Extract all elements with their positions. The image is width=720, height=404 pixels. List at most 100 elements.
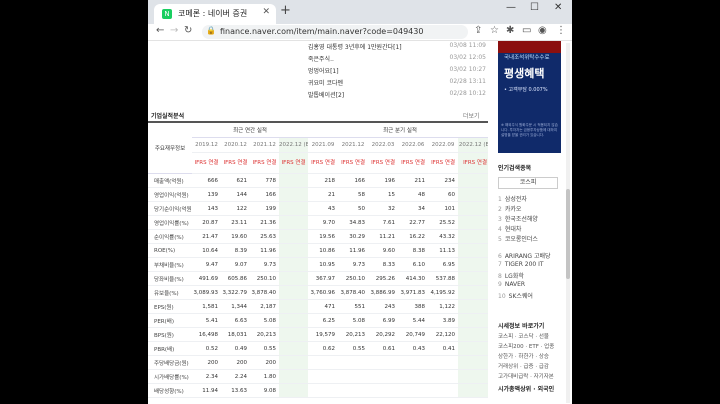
popular-item-label[interactable]: 삼성전자 (505, 196, 527, 203)
popular-item-label[interactable]: TIGER 200 IT (505, 261, 544, 268)
table-cell: 144 (221, 187, 250, 202)
discussion-title[interactable]: 귀요미 코다멘 (308, 78, 343, 87)
popular-item-label[interactable]: 현대차 (505, 226, 522, 233)
popular-item[interactable]: 9 NAVER (498, 281, 525, 288)
reload-icon[interactable]: ↻ (184, 25, 192, 36)
table-cell: 211 (398, 173, 429, 188)
row-label[interactable]: 영업이익(억원) (148, 187, 192, 202)
popular-item[interactable]: 5 코오롱인더스 (498, 234, 538, 243)
row-label[interactable]: 유보율(%) (148, 285, 192, 300)
share-icon[interactable]: ⇪ (474, 25, 482, 36)
discussion-title[interactable]: 김홍영 대통령 3년후에 1만원간다[1] (308, 42, 402, 51)
bookmark-star-icon[interactable]: ☆ (490, 25, 499, 36)
table-cell: 0.41 (428, 341, 459, 356)
list-item[interactable]: 김홍영 대통령 3년후에 1만원간다[1] 03/08 11:09 (308, 42, 488, 54)
market-links[interactable]: 코스피200 · ETF · 업종 (498, 342, 554, 350)
row-label[interactable]: 시가배당률(%) (148, 369, 192, 384)
row-label[interactable]: 당기순이익(억원) (148, 201, 192, 216)
table-cell: 367.97 (308, 271, 339, 286)
row-label[interactable]: EPS(원) (148, 299, 192, 314)
more-link[interactable]: 더보기 (463, 111, 480, 120)
row-header: 주요재무정보 (148, 121, 192, 174)
table-cell: 19.60 (221, 229, 250, 244)
tab-close-icon[interactable]: ✕ (262, 7, 270, 17)
table-cell: 200 (250, 355, 279, 370)
popular-item[interactable]: 10 SK스퀘어 (498, 291, 533, 300)
extensions-icon[interactable]: ✱ (506, 25, 514, 36)
table-cell: 122 (221, 201, 250, 216)
maximize-button[interactable]: ☐ (530, 2, 539, 13)
table-cell: 621 (221, 173, 250, 188)
profile-icon[interactable]: ◉ (538, 25, 547, 36)
popular-item-label[interactable]: ARIRANG 고배당 (505, 253, 551, 260)
column-header: 2021.12 (250, 137, 279, 153)
row-label[interactable]: 주당배당금(원) (148, 355, 192, 370)
table-row: 당기순이익(억원) 143 122 199 43 50 32 34 101 (148, 201, 488, 216)
row-label[interactable]: 부채비율(%) (148, 257, 192, 272)
forward-arrow-icon[interactable]: → (170, 25, 178, 36)
minimize-button[interactable]: — (506, 2, 516, 13)
row-label[interactable]: ROE(%) (148, 243, 192, 258)
row-label[interactable]: 매출액(억원) (148, 173, 192, 188)
popular-item[interactable]: 2 카카오 (498, 204, 521, 213)
row-label[interactable]: 영업이익률(%) (148, 215, 192, 230)
table-cell (279, 355, 309, 370)
discussion-title[interactable]: 멍멍어요[1] (308, 66, 339, 75)
row-label[interactable]: 당좌비율(%) (148, 271, 192, 286)
close-window-button[interactable]: ✕ (554, 2, 562, 13)
page-content: 김홍영 대통령 3년후에 1만원간다[1] 03/08 11:09 죽은주식..… (148, 41, 572, 404)
row-label[interactable]: 순이익률(%) (148, 229, 192, 244)
popular-item[interactable]: 1 삼성전자 (498, 194, 527, 203)
table-cell: 60 (428, 187, 459, 202)
discussion-title[interactable]: 발톱베이션[2] (308, 90, 344, 99)
popular-item-label[interactable]: 코오롱인더스 (505, 236, 538, 243)
back-arrow-icon[interactable]: ← (156, 25, 164, 36)
tab-title: 코메론 : 네이버 증권 (178, 9, 248, 18)
list-item[interactable]: 죽은주식.. 03/02 12:05 (308, 54, 488, 66)
scrollbar-thumb[interactable] (566, 189, 570, 279)
browser-tab[interactable]: N 코메론 : 네이버 증권 ✕ (154, 4, 276, 24)
popular-item-label[interactable]: LG화학 (505, 273, 524, 280)
row-label[interactable]: 배당성향(%) (148, 383, 192, 398)
popular-title: 인기검색종목 (498, 165, 532, 172)
list-item[interactable]: 멍멍어요[1] 03/02 10:27 (308, 66, 488, 78)
market-links[interactable]: 고가대비급락 · 자기자본 (498, 372, 554, 380)
table-cell: 3.89 (428, 313, 459, 328)
sidebar-icon[interactable]: ▭ (522, 25, 531, 36)
market-links[interactable]: 거래상위 · 급증 · 급감 (498, 362, 549, 370)
popular-item[interactable]: 3 한국조선해양 (498, 214, 538, 223)
popular-item-label[interactable]: 카카오 (505, 206, 522, 213)
row-label[interactable]: PER(배) (148, 313, 192, 328)
table-cell: 16,498 (192, 327, 221, 342)
list-item[interactable]: 귀요미 코다멘 02/28 13:11 (308, 78, 488, 90)
discussion-title[interactable]: 죽은주식.. (308, 54, 334, 63)
right-sidebar: 국내조석위탁수수료 평생혜택 • 고객부담 0.007% ※ 해외주식 원화주문… (492, 41, 572, 404)
menu-dots-icon[interactable]: ⋮ (556, 25, 566, 36)
market-links[interactable]: 코스피 · 코스닥 · 선물 (498, 332, 549, 340)
row-label[interactable]: BPS(원) (148, 327, 192, 342)
table-cell (458, 215, 488, 230)
popular-item-label[interactable]: NAVER (505, 281, 525, 288)
list-item[interactable]: 발톱베이션[2] 02/28 10:12 (308, 90, 488, 102)
popular-item[interactable]: 6 ARIRANG 고배당 (498, 251, 551, 260)
table-cell: 5.41 (192, 313, 221, 328)
url-field[interactable]: finance.naver.com/item/main.naver?code=0… (202, 25, 468, 39)
advertisement-banner[interactable]: 국내조석위탁수수료 평생혜택 • 고객부담 0.007% ※ 해외주식 원화주문… (498, 41, 561, 153)
popular-item[interactable]: 8 LG화학 (498, 271, 524, 280)
table-cell (338, 355, 369, 370)
table-cell: 200 (221, 355, 250, 370)
table-cell: 48 (398, 187, 429, 202)
table-cell: 16.22 (398, 229, 429, 244)
table-cell (368, 355, 399, 370)
popular-item[interactable]: 4 현대차 (498, 224, 521, 233)
ifrs-label: IFRS 연결 (279, 152, 309, 174)
popular-item[interactable]: 7 TIGER 200 IT (498, 261, 544, 268)
popular-item-label[interactable]: 한국조선해양 (505, 216, 538, 223)
column-header: 2019.12 (192, 137, 221, 153)
market-links[interactable]: 상한가 · 하한가 · 상승 (498, 352, 549, 360)
tab-kospi[interactable]: 코스피 (498, 177, 558, 189)
row-label[interactable]: PBR(배) (148, 341, 192, 356)
new-tab-button[interactable]: + (280, 4, 291, 18)
lock-icon[interactable]: 🔒 (206, 26, 216, 35)
popular-item-label[interactable]: SK스퀘어 (509, 293, 533, 300)
